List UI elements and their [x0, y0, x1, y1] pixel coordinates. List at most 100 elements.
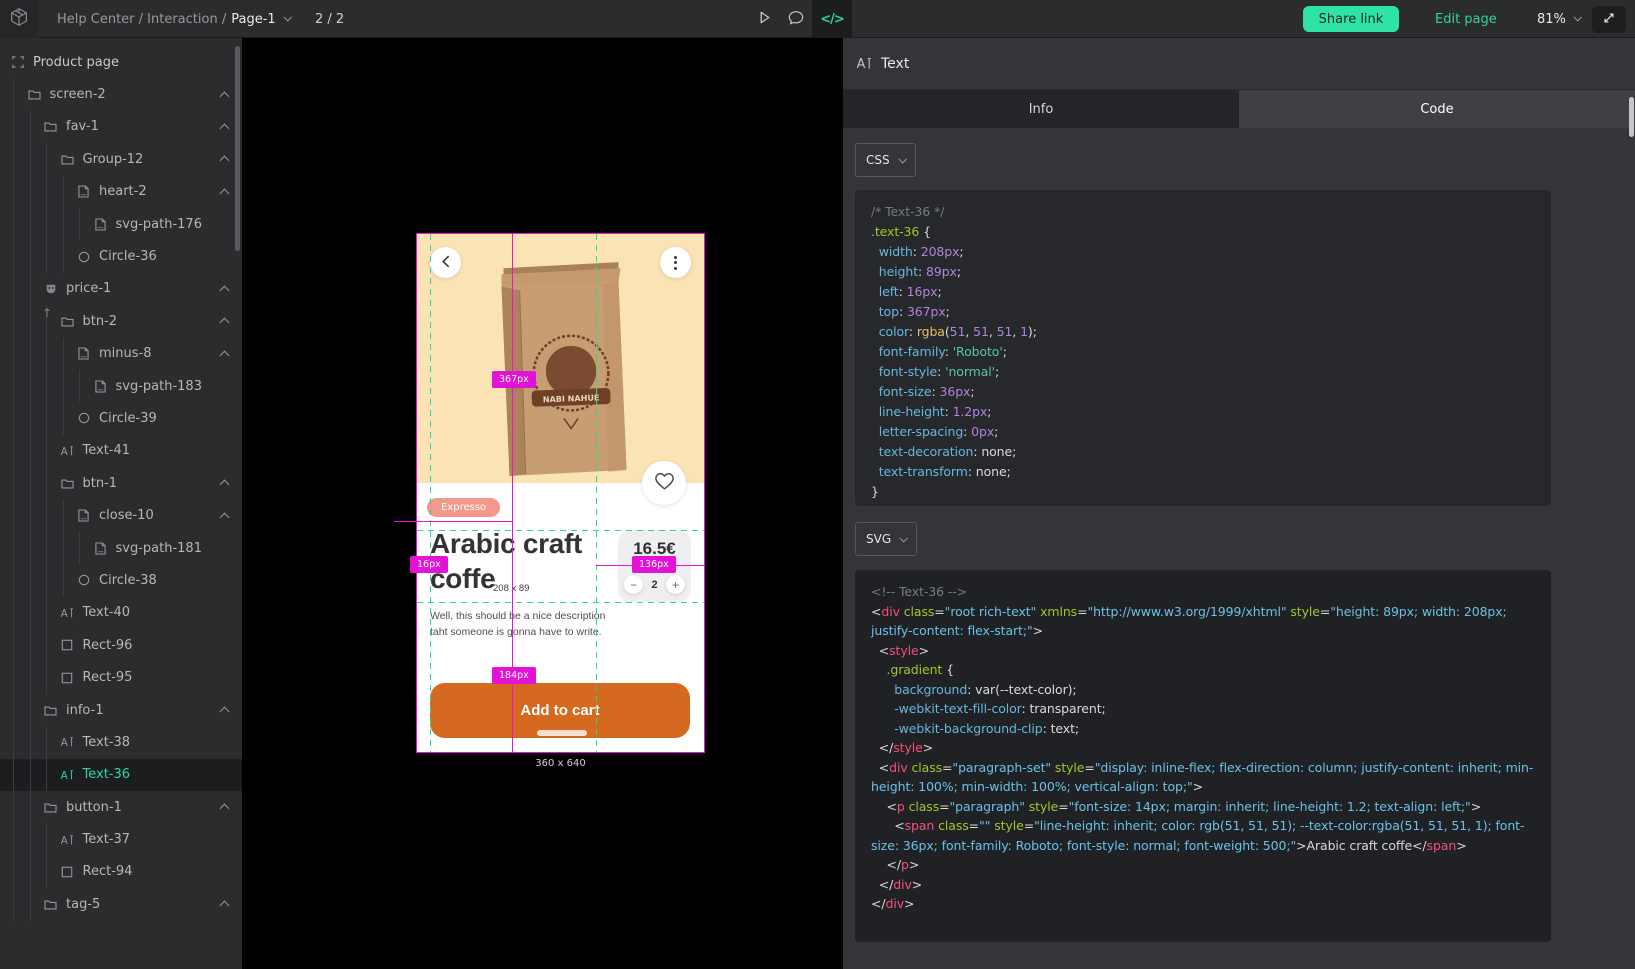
- minus-button[interactable]: −: [624, 575, 643, 594]
- layer-row-text-40[interactable]: AText-40: [0, 597, 242, 629]
- indent-guide: [30, 370, 31, 402]
- layer-row-minus-8[interactable]: minus-8: [0, 338, 242, 370]
- layer-row-price-1[interactable]: price-1: [0, 273, 242, 305]
- layer-label: Circle-36: [99, 249, 157, 264]
- frame-icon: [10, 55, 25, 69]
- indent-guide: [46, 370, 47, 402]
- indent-guide: [46, 435, 47, 467]
- layer-row-circle-39[interactable]: Circle-39: [0, 402, 242, 434]
- tab-info[interactable]: Info: [843, 90, 1239, 128]
- favorite-button[interactable]: [642, 461, 686, 505]
- chevron-up-icon[interactable]: [220, 804, 230, 814]
- folder-icon: [43, 703, 58, 717]
- layer-row-svg-path-183[interactable]: svg-path-183: [0, 370, 242, 402]
- chevron-up-icon[interactable]: [220, 188, 230, 198]
- chevron-up-icon[interactable]: [220, 124, 230, 134]
- text-icon: A: [60, 768, 75, 782]
- category-tag[interactable]: Expresso: [427, 498, 500, 517]
- indent-guide: [30, 791, 31, 823]
- arrow-up-icon: ↑: [42, 306, 52, 320]
- layer-row-circle-36[interactable]: Circle-36: [0, 240, 242, 272]
- layer-row-circle-38[interactable]: Circle-38: [0, 564, 242, 596]
- share-link-button[interactable]: Share link: [1303, 6, 1399, 32]
- chevron-up-icon[interactable]: [220, 91, 230, 101]
- layer-row-text-36[interactable]: AText-36: [0, 759, 242, 791]
- chevron-down-icon: [900, 534, 908, 542]
- play-button[interactable]: [748, 0, 780, 38]
- circle-icon: [76, 411, 91, 425]
- layer-label: minus-8: [99, 346, 152, 361]
- back-button[interactable]: [430, 247, 461, 278]
- edit-page-link[interactable]: Edit page: [1435, 0, 1497, 38]
- comment-button[interactable]: [780, 0, 812, 38]
- measurement-badge-left: 16px: [410, 556, 448, 573]
- indent-guide: [46, 823, 47, 855]
- folder-icon: [60, 314, 75, 328]
- code-line: </p>: [871, 855, 1535, 875]
- indent-guide: [46, 143, 47, 175]
- layer-row-heart-2[interactable]: heart-2: [0, 176, 242, 208]
- layer-row-close-10[interactable]: close-10: [0, 499, 242, 531]
- zoom-level-control[interactable]: 81%: [1537, 0, 1580, 38]
- chevron-up-icon[interactable]: [220, 156, 230, 166]
- code-line: .gradient {: [871, 660, 1535, 680]
- layer-label: Circle-39: [99, 411, 157, 426]
- sidebar-scrollbar[interactable]: [235, 46, 240, 251]
- svg-text:A: A: [61, 608, 69, 619]
- layer-row-btn-2[interactable]: btn-2: [0, 305, 242, 337]
- indent-guide: [13, 338, 14, 370]
- layer-row-svg-path-181[interactable]: svg-path-181: [0, 532, 242, 564]
- layer-row-button-1[interactable]: button-1: [0, 791, 242, 823]
- quantity-stepper: − 2 +: [618, 575, 691, 594]
- css-format-dropdown[interactable]: CSS: [855, 143, 916, 177]
- chevron-up-icon[interactable]: [220, 318, 230, 328]
- phone-mockup[interactable]: NABI NAHUE Expresso Arabic cra: [417, 234, 704, 752]
- chevron-up-icon[interactable]: [220, 707, 230, 717]
- code-line: </style>: [871, 738, 1535, 758]
- guide-vertical-right: [596, 234, 597, 752]
- chevron-up-icon[interactable]: [220, 285, 230, 295]
- indent-guide: [30, 629, 31, 661]
- breadcrumb[interactable]: Help Center / Interaction / Page-1: [57, 0, 290, 38]
- layer-row-rect-94[interactable]: Rect-94: [0, 856, 242, 888]
- chevron-up-icon[interactable]: [220, 480, 230, 490]
- layer-row-text-37[interactable]: AText-37: [0, 823, 242, 855]
- indent-guide: [13, 888, 14, 920]
- layer-row-tag-5[interactable]: tag-5: [0, 888, 242, 920]
- layer-row-text-38[interactable]: AText-38: [0, 726, 242, 758]
- layer-row-rect-95[interactable]: Rect-95: [0, 661, 242, 693]
- layer-label: Rect-95: [83, 670, 133, 685]
- chevron-down-icon[interactable]: [283, 13, 291, 21]
- layer-label: btn-2: [83, 314, 118, 329]
- app-logo[interactable]: [0, 0, 38, 38]
- indent-guide: [63, 208, 64, 240]
- chevron-up-icon[interactable]: [220, 512, 230, 522]
- indent-guide: [13, 791, 14, 823]
- layer-row-group-12[interactable]: Group-12: [0, 143, 242, 175]
- chevron-down-icon: [1573, 13, 1581, 21]
- chevron-up-icon[interactable]: [220, 350, 230, 360]
- layer-row-screen-2[interactable]: screen-2: [0, 78, 242, 110]
- layer-row-fav-1[interactable]: fav-1: [0, 111, 242, 143]
- inspector-scrollbar[interactable]: [1629, 97, 1634, 137]
- fullscreen-button[interactable]: [1592, 6, 1626, 33]
- layer-label: tag-5: [66, 897, 100, 912]
- indent-guide: [30, 240, 31, 272]
- menu-button[interactable]: [660, 247, 691, 278]
- tab-code[interactable]: Code: [1239, 90, 1635, 128]
- svg-format-dropdown[interactable]: SVG: [855, 522, 917, 556]
- indent-guide: [46, 499, 47, 531]
- indent-guide: [13, 629, 14, 661]
- code-view-toggle[interactable]: </>: [812, 0, 852, 38]
- indent-guide: [13, 208, 14, 240]
- layer-row-btn-1[interactable]: btn-1: [0, 467, 242, 499]
- plus-button[interactable]: +: [666, 575, 685, 594]
- layer-row-product-page[interactable]: Product page: [0, 46, 242, 78]
- layer-row-info-1[interactable]: info-1: [0, 694, 242, 726]
- chevron-up-icon[interactable]: [220, 901, 230, 911]
- guide-horizontal-top: [417, 530, 704, 531]
- layer-row-rect-96[interactable]: Rect-96: [0, 629, 242, 661]
- layer-row-text-41[interactable]: AText-41: [0, 435, 242, 467]
- layer-label: btn-1: [83, 476, 118, 491]
- layer-row-svg-path-176[interactable]: svg-path-176: [0, 208, 242, 240]
